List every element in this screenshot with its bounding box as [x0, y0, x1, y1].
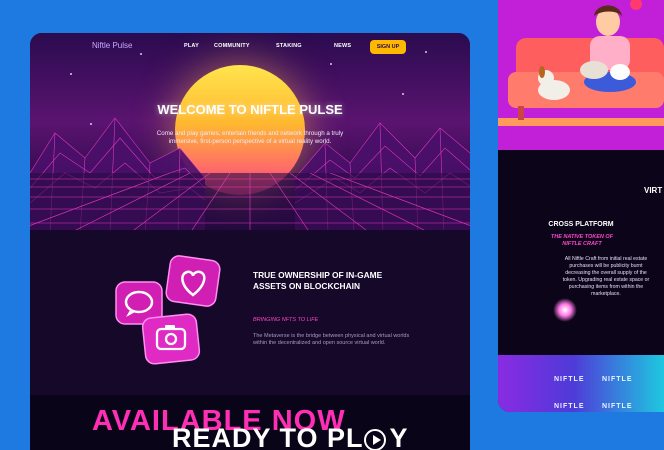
main-preview-card: Niftle Pulse PLAY COMMUNITY STAKING NEWS…	[30, 33, 470, 450]
top-navigation: Niftle Pulse PLAY COMMUNITY STAKING NEWS…	[30, 33, 470, 61]
niftle-logo: NIFTLE	[602, 376, 633, 383]
hero-description: Come and play games, entertain friends a…	[156, 130, 344, 145]
nav-link-staking[interactable]: STAKING	[276, 43, 302, 49]
glow-orb	[553, 298, 577, 322]
signup-button[interactable]: SIGN UP	[370, 40, 406, 54]
ownership-subtitle: BRINGING NFTS TO LIFE	[253, 317, 319, 323]
nav-link-news[interactable]: NEWS	[334, 43, 351, 49]
availability-banner: AVAILABLE NOW READY TO PL Y	[30, 395, 470, 450]
cross-platform-section: VIRT CROSS PLATFORM THE NATIVE TOKEN OF …	[498, 150, 664, 355]
ownership-description: The Metaverse is the bridge between phys…	[253, 333, 410, 347]
niftle-logo: NIFTLE	[554, 403, 585, 410]
person-on-couch-illustration	[498, 0, 664, 126]
cross-platform-description: All Niftle Craft from initial real estat…	[562, 256, 650, 297]
hero-title: WELCOME TO NIFTLE PULSE	[157, 102, 343, 117]
social-icons-illustration	[115, 255, 221, 365]
nav-link-community[interactable]: COMMUNITY	[214, 43, 250, 49]
ownership-section: TRUE OWNERSHIP OF IN-GAME ASSETS ON BLOC…	[30, 230, 470, 395]
couch-illustration-section	[498, 0, 664, 150]
niftle-logo: NIFTLE	[554, 376, 585, 383]
cross-platform-title: CROSS PLATFORM	[548, 221, 614, 228]
site-logo[interactable]: Niftle Pulse	[92, 41, 132, 50]
native-token-subtitle: THE NATIVE TOKEN OF NIFTLE CRAFT	[550, 234, 614, 247]
camera-icon	[141, 313, 201, 365]
niftle-logo: NIFTLE	[602, 403, 633, 410]
heart-icon	[165, 255, 221, 307]
hero-section: Niftle Pulse PLAY COMMUNITY STAKING NEWS…	[30, 33, 470, 230]
side-preview-card: VIRT CROSS PLATFORM THE NATIVE TOKEN OF …	[498, 0, 664, 412]
nav-link-play[interactable]: PLAY	[184, 43, 199, 49]
play-icon[interactable]	[364, 429, 386, 450]
ownership-title: TRUE OWNERSHIP OF IN-GAME ASSETS ON BLOC…	[253, 270, 383, 291]
niftle-logos-strip: NIFTLE NIFTLE NIFTLE NIFTLE	[498, 355, 664, 412]
virt-heading: VIRT	[644, 186, 663, 195]
neon-grid-floor	[30, 173, 470, 230]
